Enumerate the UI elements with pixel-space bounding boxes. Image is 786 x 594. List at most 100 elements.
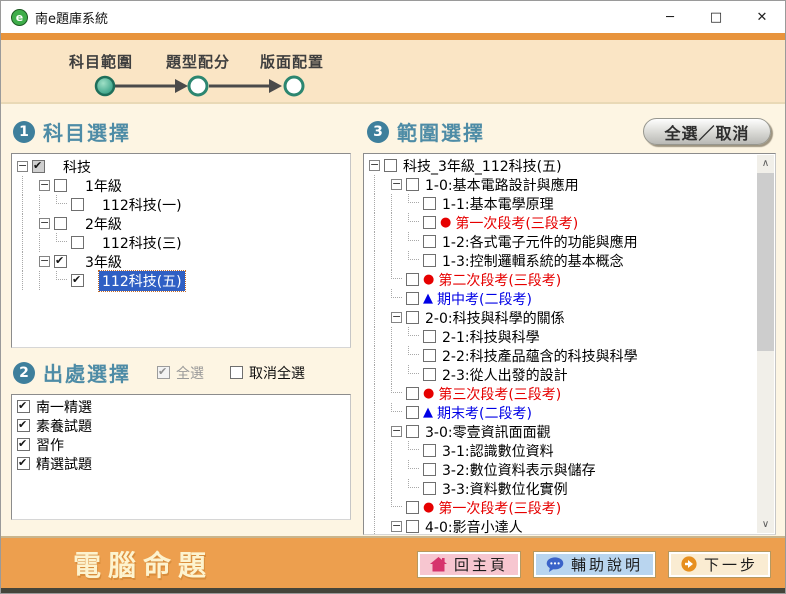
source-item[interactable]: 習作 bbox=[12, 435, 350, 454]
tree-checkbox[interactable] bbox=[423, 368, 436, 381]
tree-row[interactable]: 112科技(一) bbox=[12, 195, 350, 214]
tree-item-label[interactable]: 第一次段考(三段考) bbox=[452, 213, 581, 233]
tree-checkbox[interactable] bbox=[71, 198, 84, 211]
tree-item-label[interactable]: 2年級 bbox=[82, 214, 125, 234]
source-item[interactable]: 精選試題 bbox=[12, 454, 350, 473]
tree-row[interactable]: − 科技 bbox=[12, 157, 350, 176]
tree-item-label[interactable]: 2-1:科技與科學 bbox=[439, 327, 543, 347]
help-button[interactable]: 輔助說明 bbox=[533, 551, 656, 578]
scrollbar[interactable]: ∧ ∨ bbox=[757, 155, 774, 533]
tree-item-label[interactable]: 期中考(二段考) bbox=[434, 289, 535, 309]
expander-minus-icon[interactable]: − bbox=[391, 426, 402, 437]
tree-row[interactable]: 2-3:從人出發的設計 bbox=[364, 365, 757, 384]
expander-minus-icon[interactable]: − bbox=[391, 312, 402, 323]
tree-row[interactable]: − 1-0:基本電路設計與應用 bbox=[364, 175, 757, 194]
tree-item-label[interactable]: 112科技(一) bbox=[99, 195, 185, 215]
tree-row[interactable]: 1-1:基本電學原理 bbox=[364, 194, 757, 213]
tree-item-label[interactable]: 3年級 bbox=[82, 252, 125, 272]
tree-checkbox[interactable] bbox=[423, 197, 436, 210]
tree-checkbox[interactable] bbox=[406, 292, 419, 305]
tree-item-label[interactable]: 1-2:各式電子元件的功能與應用 bbox=[439, 232, 641, 252]
tree-item-label[interactable]: 期末考(二段考) bbox=[434, 403, 535, 423]
expander-minus-icon[interactable]: − bbox=[39, 218, 50, 229]
next-step-button[interactable]: 下一步 bbox=[668, 551, 771, 578]
tree-row[interactable]: 3-1:認識數位資料 bbox=[364, 441, 757, 460]
tree-row[interactable]: 112科技(三) bbox=[12, 233, 350, 252]
tree-item-label[interactable]: 科技_3年級_112科技(五) bbox=[400, 156, 565, 176]
tree-row[interactable]: 2-1:科技與科學 bbox=[364, 327, 757, 346]
tree-checkbox[interactable] bbox=[406, 178, 419, 191]
expander-minus-icon[interactable]: − bbox=[391, 179, 402, 190]
tree-item-label[interactable]: 2-0:科技與科學的關係 bbox=[422, 308, 568, 328]
source-item[interactable]: 素養試題 bbox=[12, 416, 350, 435]
tree-checkbox[interactable] bbox=[423, 330, 436, 343]
tree-checkbox[interactable] bbox=[32, 160, 45, 173]
tree-item-label[interactable]: 3-2:數位資料表示與儲存 bbox=[439, 460, 599, 480]
tree-item-label[interactable]: 3-1:認識數位資料 bbox=[439, 441, 557, 461]
tree-item-label[interactable]: 第三次段考(三段考) bbox=[435, 384, 564, 404]
scrollbar-thumb[interactable] bbox=[757, 173, 774, 351]
tree-row[interactable]: 112科技(五) bbox=[12, 271, 350, 290]
tree-item-label[interactable]: 112科技(五) bbox=[99, 271, 185, 291]
tree-row[interactable]: ●第二次段考(三段考) bbox=[364, 270, 757, 289]
home-button[interactable]: 回主頁 bbox=[417, 551, 521, 578]
tree-checkbox[interactable] bbox=[423, 444, 436, 457]
tree-checkbox[interactable] bbox=[423, 235, 436, 248]
expander-minus-icon[interactable]: − bbox=[39, 256, 50, 267]
tree-checkbox[interactable] bbox=[54, 255, 67, 268]
tree-item-label[interactable]: 2-3:從人出發的設計 bbox=[439, 365, 571, 385]
tree-item-label[interactable]: 第二次段考(三段考) bbox=[435, 270, 564, 290]
tree-item-label[interactable]: 4-0:影音小達人 bbox=[422, 517, 526, 536]
deselect-all-checkbox[interactable]: 取消全選 bbox=[230, 363, 305, 383]
tree-row[interactable]: ▲期末考(二段考) bbox=[364, 403, 757, 422]
tree-checkbox[interactable] bbox=[423, 463, 436, 476]
tree-row[interactable]: − 3年級 bbox=[12, 252, 350, 271]
tree-checkbox[interactable] bbox=[71, 274, 84, 287]
tree-row[interactable]: −科技_3年級_112科技(五) bbox=[364, 156, 757, 175]
tree-item-label[interactable]: 112科技(三) bbox=[99, 233, 185, 253]
tree-checkbox[interactable] bbox=[54, 217, 67, 230]
tree-checkbox[interactable] bbox=[406, 311, 419, 324]
tree-item-label[interactable]: 1-0:基本電路設計與應用 bbox=[422, 175, 582, 195]
tree-checkbox[interactable] bbox=[406, 501, 419, 514]
source-item[interactable]: 南一精選 bbox=[12, 397, 350, 416]
source-item-checkbox[interactable] bbox=[17, 419, 30, 432]
tree-row[interactable]: ●第三次段考(三段考) bbox=[364, 384, 757, 403]
tree-checkbox[interactable] bbox=[423, 216, 436, 229]
minimize-button[interactable]: ─ bbox=[647, 1, 693, 33]
tree-item-label[interactable]: 3-3:資料數位化實例 bbox=[439, 479, 571, 499]
tree-row[interactable]: 3-2:數位資料表示與儲存 bbox=[364, 460, 757, 479]
tree-row[interactable]: − 4-0:影音小達人 bbox=[364, 517, 757, 535]
tree-row[interactable]: 3-3:資料數位化實例 bbox=[364, 479, 757, 498]
maximize-button[interactable]: □ bbox=[693, 1, 739, 33]
select-all-checkbox-icon[interactable] bbox=[157, 366, 170, 379]
source-item-checkbox[interactable] bbox=[17, 438, 30, 451]
tree-row[interactable]: − 2-0:科技與科學的關係 bbox=[364, 308, 757, 327]
tree-item-label[interactable]: 3-0:零壹資訊面面觀 bbox=[422, 422, 554, 442]
tree-row[interactable]: 1-2:各式電子元件的功能與應用 bbox=[364, 232, 757, 251]
tree-item-label[interactable]: 第一次段考(三段考) bbox=[435, 498, 564, 518]
expander-minus-icon[interactable]: − bbox=[17, 161, 28, 172]
tree-checkbox[interactable] bbox=[406, 406, 419, 419]
scroll-down-icon[interactable]: ∨ bbox=[757, 516, 774, 533]
deselect-all-checkbox-icon[interactable] bbox=[230, 366, 243, 379]
tree-row[interactable]: 1-3:控制邏輯系統的基本概念 bbox=[364, 251, 757, 270]
tree-row[interactable]: − 2年級 bbox=[12, 214, 350, 233]
tree-checkbox[interactable] bbox=[406, 273, 419, 286]
tree-row[interactable]: −1年級 bbox=[12, 176, 350, 195]
source-item-checkbox[interactable] bbox=[17, 400, 30, 413]
close-button[interactable]: ✕ bbox=[739, 1, 785, 33]
tree-checkbox[interactable] bbox=[423, 349, 436, 362]
select-all-checkbox[interactable]: 全選 bbox=[157, 363, 204, 383]
expander-minus-icon[interactable]: − bbox=[39, 180, 50, 191]
tree-item-label[interactable]: 2-2:科技產品蘊含的科技與科學 bbox=[439, 346, 641, 366]
tree-item-label[interactable]: 1-3:控制邏輯系統的基本概念 bbox=[439, 251, 627, 271]
expander-minus-icon[interactable]: − bbox=[391, 521, 402, 532]
tree-item-label[interactable]: 科技 bbox=[60, 157, 94, 177]
tree-checkbox[interactable] bbox=[423, 254, 436, 267]
source-item-checkbox[interactable] bbox=[17, 457, 30, 470]
tree-checkbox[interactable] bbox=[384, 159, 397, 172]
tree-checkbox[interactable] bbox=[406, 387, 419, 400]
tree-row[interactable]: ●第一次段考(三段考) bbox=[364, 498, 757, 517]
tree-checkbox[interactable] bbox=[71, 236, 84, 249]
